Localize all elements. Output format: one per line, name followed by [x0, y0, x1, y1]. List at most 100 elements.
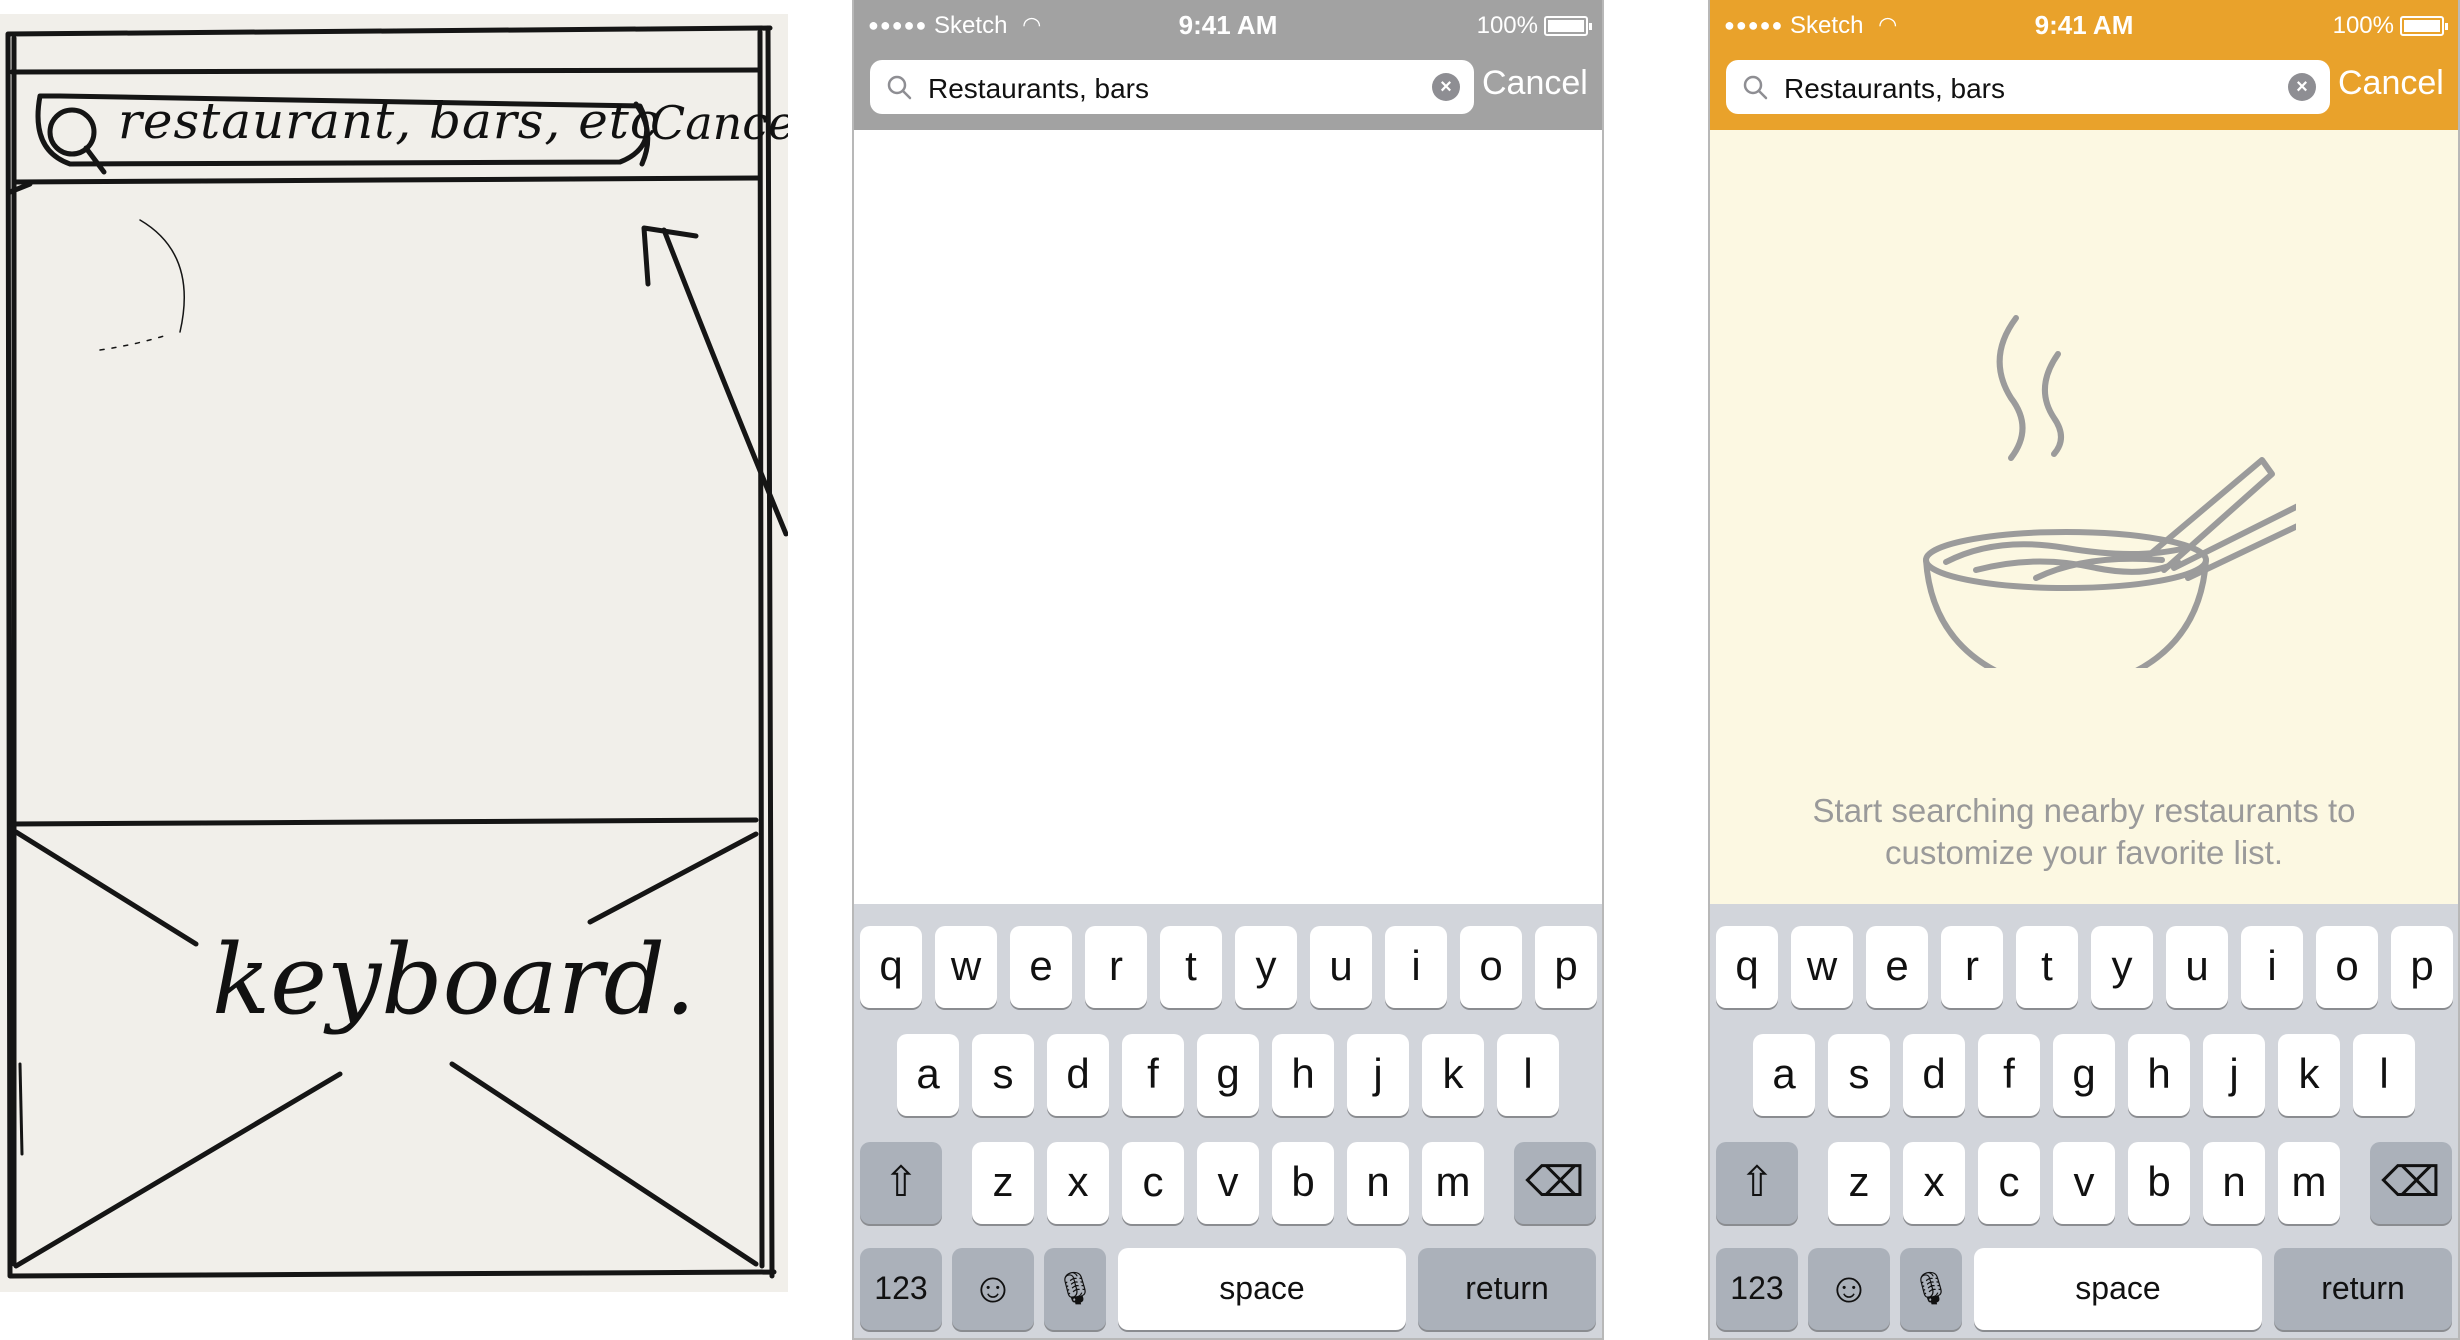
emoji-icon[interactable]: ☺	[1808, 1248, 1890, 1330]
battery-icon	[1544, 16, 1592, 36]
key-m[interactable]: m	[1422, 1142, 1484, 1224]
key-c[interactable]: c	[1122, 1142, 1184, 1224]
search-icon	[1743, 75, 1768, 100]
key-r[interactable]: r	[1941, 926, 2003, 1008]
hand-drawn-sketch: restaurant, bars, etc Cancel keyboard.	[0, 14, 788, 1292]
key-n[interactable]: n	[2203, 1142, 2265, 1224]
key-f[interactable]: f	[1978, 1034, 2040, 1116]
shift-icon[interactable]: ⇧	[1716, 1142, 1798, 1224]
numbers-key[interactable]: 123	[860, 1248, 942, 1330]
sketch-lines	[5, 25, 788, 1279]
key-b[interactable]: b	[1272, 1142, 1334, 1224]
numbers-key[interactable]: 123	[1716, 1248, 1798, 1330]
key-d[interactable]: d	[1047, 1034, 1109, 1116]
search-icon	[887, 75, 912, 100]
clear-icon[interactable]: ×	[1432, 73, 1460, 101]
cancel-button[interactable]: Cancel	[1482, 64, 1588, 103]
delete-icon[interactable]: ⌫	[1514, 1142, 1596, 1224]
key-i[interactable]: i	[2241, 926, 2303, 1008]
bowl-illustration	[1923, 315, 2296, 668]
key-i[interactable]: i	[1385, 926, 1447, 1008]
key-a[interactable]: a	[897, 1034, 959, 1116]
key-p[interactable]: p	[1535, 926, 1597, 1008]
sketch-cancel-label: Cancel	[650, 96, 788, 150]
key-u[interactable]: u	[2166, 926, 2228, 1008]
key-e[interactable]: e	[1866, 926, 1928, 1008]
key-q[interactable]: q	[1716, 926, 1778, 1008]
status-bar: ●●●●● Sketch ◠ 9:41 AM 100%	[854, 8, 1602, 44]
key-t[interactable]: t	[2016, 926, 2078, 1008]
key-g[interactable]: g	[2053, 1034, 2115, 1116]
key-y[interactable]: y	[1235, 926, 1297, 1008]
microphone-icon[interactable]: 🎙	[1900, 1248, 1962, 1330]
key-z[interactable]: z	[972, 1142, 1034, 1224]
key-v[interactable]: v	[2053, 1142, 2115, 1224]
search-value: Restaurants, bars	[1784, 73, 2005, 104]
empty-message-line-2: customize your favorite list.	[1885, 834, 2283, 871]
key-y[interactable]: y	[2091, 926, 2153, 1008]
key-v[interactable]: v	[1197, 1142, 1259, 1224]
key-u[interactable]: u	[1310, 926, 1372, 1008]
results-area	[854, 130, 1602, 904]
key-h[interactable]: h	[1272, 1034, 1334, 1116]
key-m[interactable]: m	[2278, 1142, 2340, 1224]
delete-icon[interactable]: ⌫	[2370, 1142, 2452, 1224]
empty-state-message: Start searching nearby restaurants to cu…	[1750, 790, 2418, 874]
key-g[interactable]: g	[1197, 1034, 1259, 1116]
key-z[interactable]: z	[1828, 1142, 1890, 1224]
key-e[interactable]: e	[1010, 926, 1072, 1008]
key-t[interactable]: t	[1160, 926, 1222, 1008]
wireframe-comparison: restaurant, bars, etc Cancel keyboard. ●…	[0, 0, 2460, 1340]
sketch-search-label: restaurant, bars, etc	[118, 92, 659, 150]
key-d[interactable]: d	[1903, 1034, 1965, 1116]
key-n[interactable]: n	[1347, 1142, 1409, 1224]
search-value: Restaurants, bars	[928, 73, 1149, 104]
space-key[interactable]: space	[1974, 1248, 2262, 1330]
keyboard: q w e r t y u i o p a s d f g h j k l ⇧ …	[1710, 904, 2458, 1338]
key-k[interactable]: k	[2278, 1034, 2340, 1116]
key-j[interactable]: j	[1347, 1034, 1409, 1116]
key-j[interactable]: j	[2203, 1034, 2265, 1116]
battery: 100%	[1477, 12, 1592, 40]
key-l[interactable]: l	[2353, 1034, 2415, 1116]
battery: 100%	[2332, 12, 2448, 40]
key-o[interactable]: o	[1460, 926, 1522, 1008]
sketch-keyboard-label: keyboard.	[212, 924, 696, 1036]
key-o[interactable]: o	[2316, 926, 2378, 1008]
key-q[interactable]: q	[860, 926, 922, 1008]
status-bar: ●●●●● Sketch ◠ 9:41 AM 100%	[1710, 8, 2458, 44]
emoji-icon[interactable]: ☺	[952, 1248, 1034, 1330]
key-x[interactable]: x	[1047, 1142, 1109, 1224]
key-s[interactable]: s	[1828, 1034, 1890, 1116]
return-key[interactable]: return	[1418, 1248, 1596, 1330]
search-input[interactable]: Restaurants, bars ×	[1726, 60, 2330, 114]
key-l[interactable]: l	[1497, 1034, 1559, 1116]
search-screen-orange: ●●●●● Sketch ◠ 9:41 AM 100% Restaurants,…	[1708, 0, 2460, 1340]
key-p[interactable]: p	[2391, 926, 2453, 1008]
key-r[interactable]: r	[1085, 926, 1147, 1008]
key-c[interactable]: c	[1978, 1142, 2040, 1224]
clear-icon[interactable]: ×	[2288, 73, 2316, 101]
key-x[interactable]: x	[1903, 1142, 1965, 1224]
key-w[interactable]: w	[1791, 926, 1853, 1008]
space-key[interactable]: space	[1118, 1248, 1406, 1330]
keyboard: q w e r t y u i o p a s d f g h j k l ⇧ …	[854, 904, 1602, 1338]
key-k[interactable]: k	[1422, 1034, 1484, 1116]
return-key[interactable]: return	[2274, 1248, 2452, 1330]
empty-state: Start searching nearby restaurants to cu…	[1710, 130, 2458, 904]
key-s[interactable]: s	[972, 1034, 1034, 1116]
battery-percent: 100%	[2332, 12, 2394, 39]
battery-icon	[2400, 16, 2448, 36]
empty-message-line-1: Start searching nearby restaurants to	[1812, 792, 2356, 829]
key-f[interactable]: f	[1122, 1034, 1184, 1116]
key-a[interactable]: a	[1753, 1034, 1815, 1116]
search-header: ●●●●● Sketch ◠ 9:41 AM 100% Restaurants,…	[1710, 0, 2458, 130]
shift-icon[interactable]: ⇧	[860, 1142, 942, 1224]
key-b[interactable]: b	[2128, 1142, 2190, 1224]
cancel-button[interactable]: Cancel	[2338, 64, 2444, 103]
search-header: ●●●●● Sketch ◠ 9:41 AM 100% Restaurants,…	[854, 0, 1602, 130]
key-w[interactable]: w	[935, 926, 997, 1008]
microphone-icon[interactable]: 🎙	[1044, 1248, 1106, 1330]
key-h[interactable]: h	[2128, 1034, 2190, 1116]
search-input[interactable]: Restaurants, bars ×	[870, 60, 1474, 114]
